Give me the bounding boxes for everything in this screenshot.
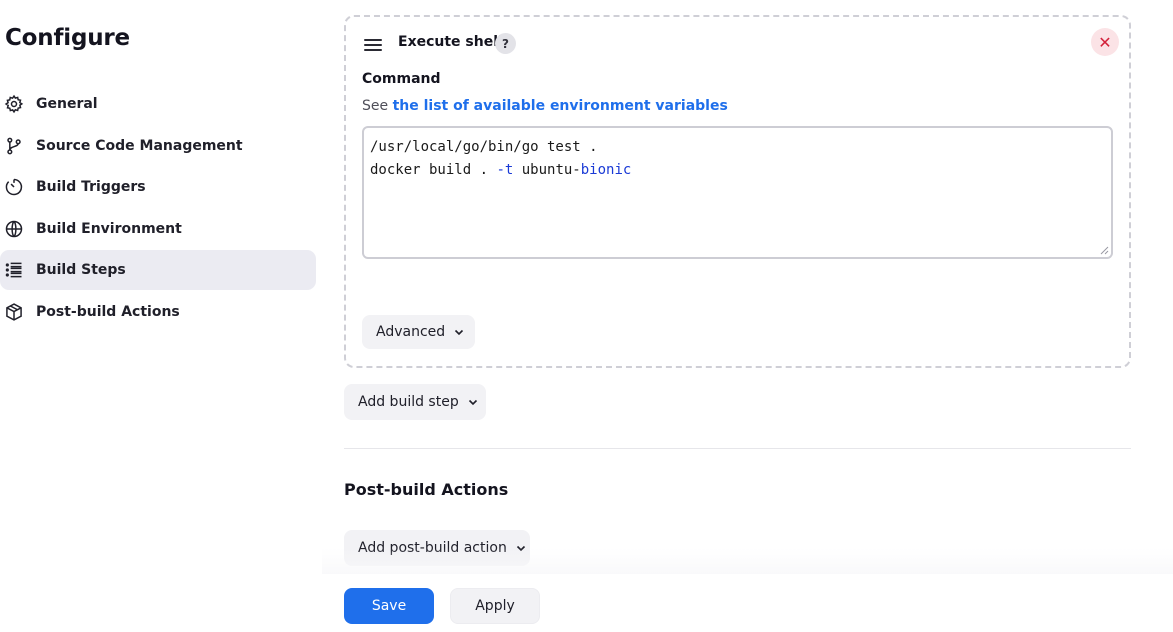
command-line-1: /usr/local/go/bin/go test . (370, 139, 598, 155)
list-icon (5, 262, 22, 278)
sidebar: Configure General Source Code Management… (0, 0, 322, 632)
drag-handle-icon[interactable] (364, 39, 382, 51)
help-icon[interactable]: ? (495, 33, 516, 54)
sidebar-item-post-build-actions[interactable]: Post-build Actions (0, 292, 316, 332)
close-icon[interactable]: ✕ (1091, 28, 1119, 56)
command-line-2: docker build . -t ubuntu-bionic (370, 162, 632, 178)
sidebar-item-label: Build Steps (36, 262, 126, 279)
resize-grip-icon[interactable] (1100, 246, 1109, 255)
save-button[interactable]: Save (344, 588, 434, 624)
sidebar-item-source-code-management[interactable]: Source Code Management (0, 126, 316, 166)
bottom-action-bar: Save Apply (322, 574, 1173, 632)
env-vars-hint: See the list of available environment va… (362, 98, 728, 114)
sidebar-item-build-environment[interactable]: Build Environment (0, 209, 316, 249)
env-vars-link[interactable]: the list of available environment variab… (393, 98, 728, 114)
sidebar-item-build-steps[interactable]: Build Steps (0, 250, 316, 291)
command-label: Command (362, 71, 441, 87)
sidebar-item-general[interactable]: General (0, 84, 316, 124)
branch-icon (7, 137, 21, 155)
add-build-step-label: Add build step (358, 394, 459, 410)
chevron-down-icon (468, 399, 477, 406)
sidebar-item-label: General (36, 96, 98, 112)
step-title: Execute shell (398, 34, 503, 50)
build-step-card: Execute shell ? ✕ Command See the list o… (344, 15, 1131, 368)
sidebar-item-build-triggers[interactable]: Build Triggers (0, 167, 316, 207)
apply-button[interactable]: Apply (450, 588, 540, 624)
add-build-step-button[interactable]: Add build step (344, 384, 486, 420)
sidebar-item-label: Post-build Actions (36, 303, 180, 320)
sidebar-item-label: Source Code Management (36, 137, 243, 154)
advanced-label: Advanced (376, 324, 446, 340)
env-prefix: See (362, 98, 389, 114)
bottom-fade (322, 548, 1173, 576)
post-build-section-title: Post-build Actions (344, 480, 509, 499)
globe-icon (5, 220, 23, 238)
advanced-button[interactable]: Advanced (362, 315, 475, 349)
section-divider (344, 448, 1131, 449)
chevron-down-icon (455, 329, 464, 336)
sidebar-item-label: Build Environment (36, 220, 182, 237)
timer-icon (5, 178, 23, 196)
page-title: Configure (5, 25, 130, 51)
command-textarea[interactable]: /usr/local/go/bin/go test . docker build… (362, 126, 1113, 259)
sidebar-item-label: Build Triggers (36, 179, 146, 196)
sidebar-nav: General Source Code Management Build Tri… (0, 84, 316, 334)
package-icon (6, 303, 22, 321)
gear-icon (4, 94, 24, 114)
